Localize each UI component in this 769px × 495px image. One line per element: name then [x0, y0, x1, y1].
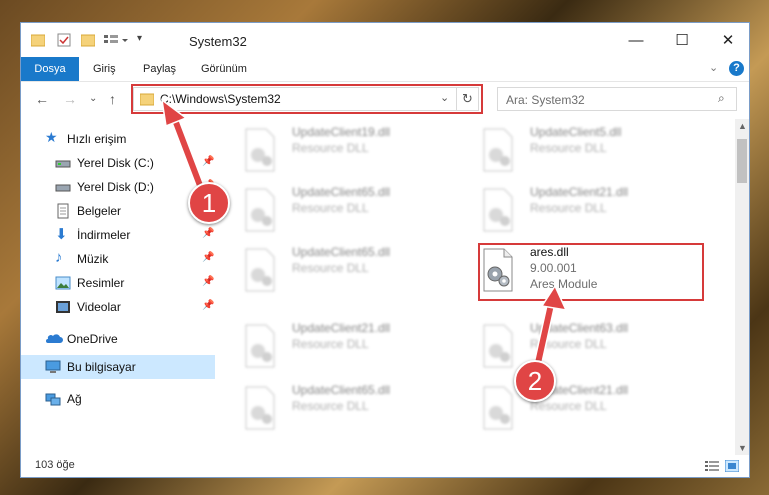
step-marker-2: 2	[514, 360, 556, 402]
step-marker-1: 1	[188, 182, 230, 224]
annotation-arrows	[160, 98, 568, 377]
